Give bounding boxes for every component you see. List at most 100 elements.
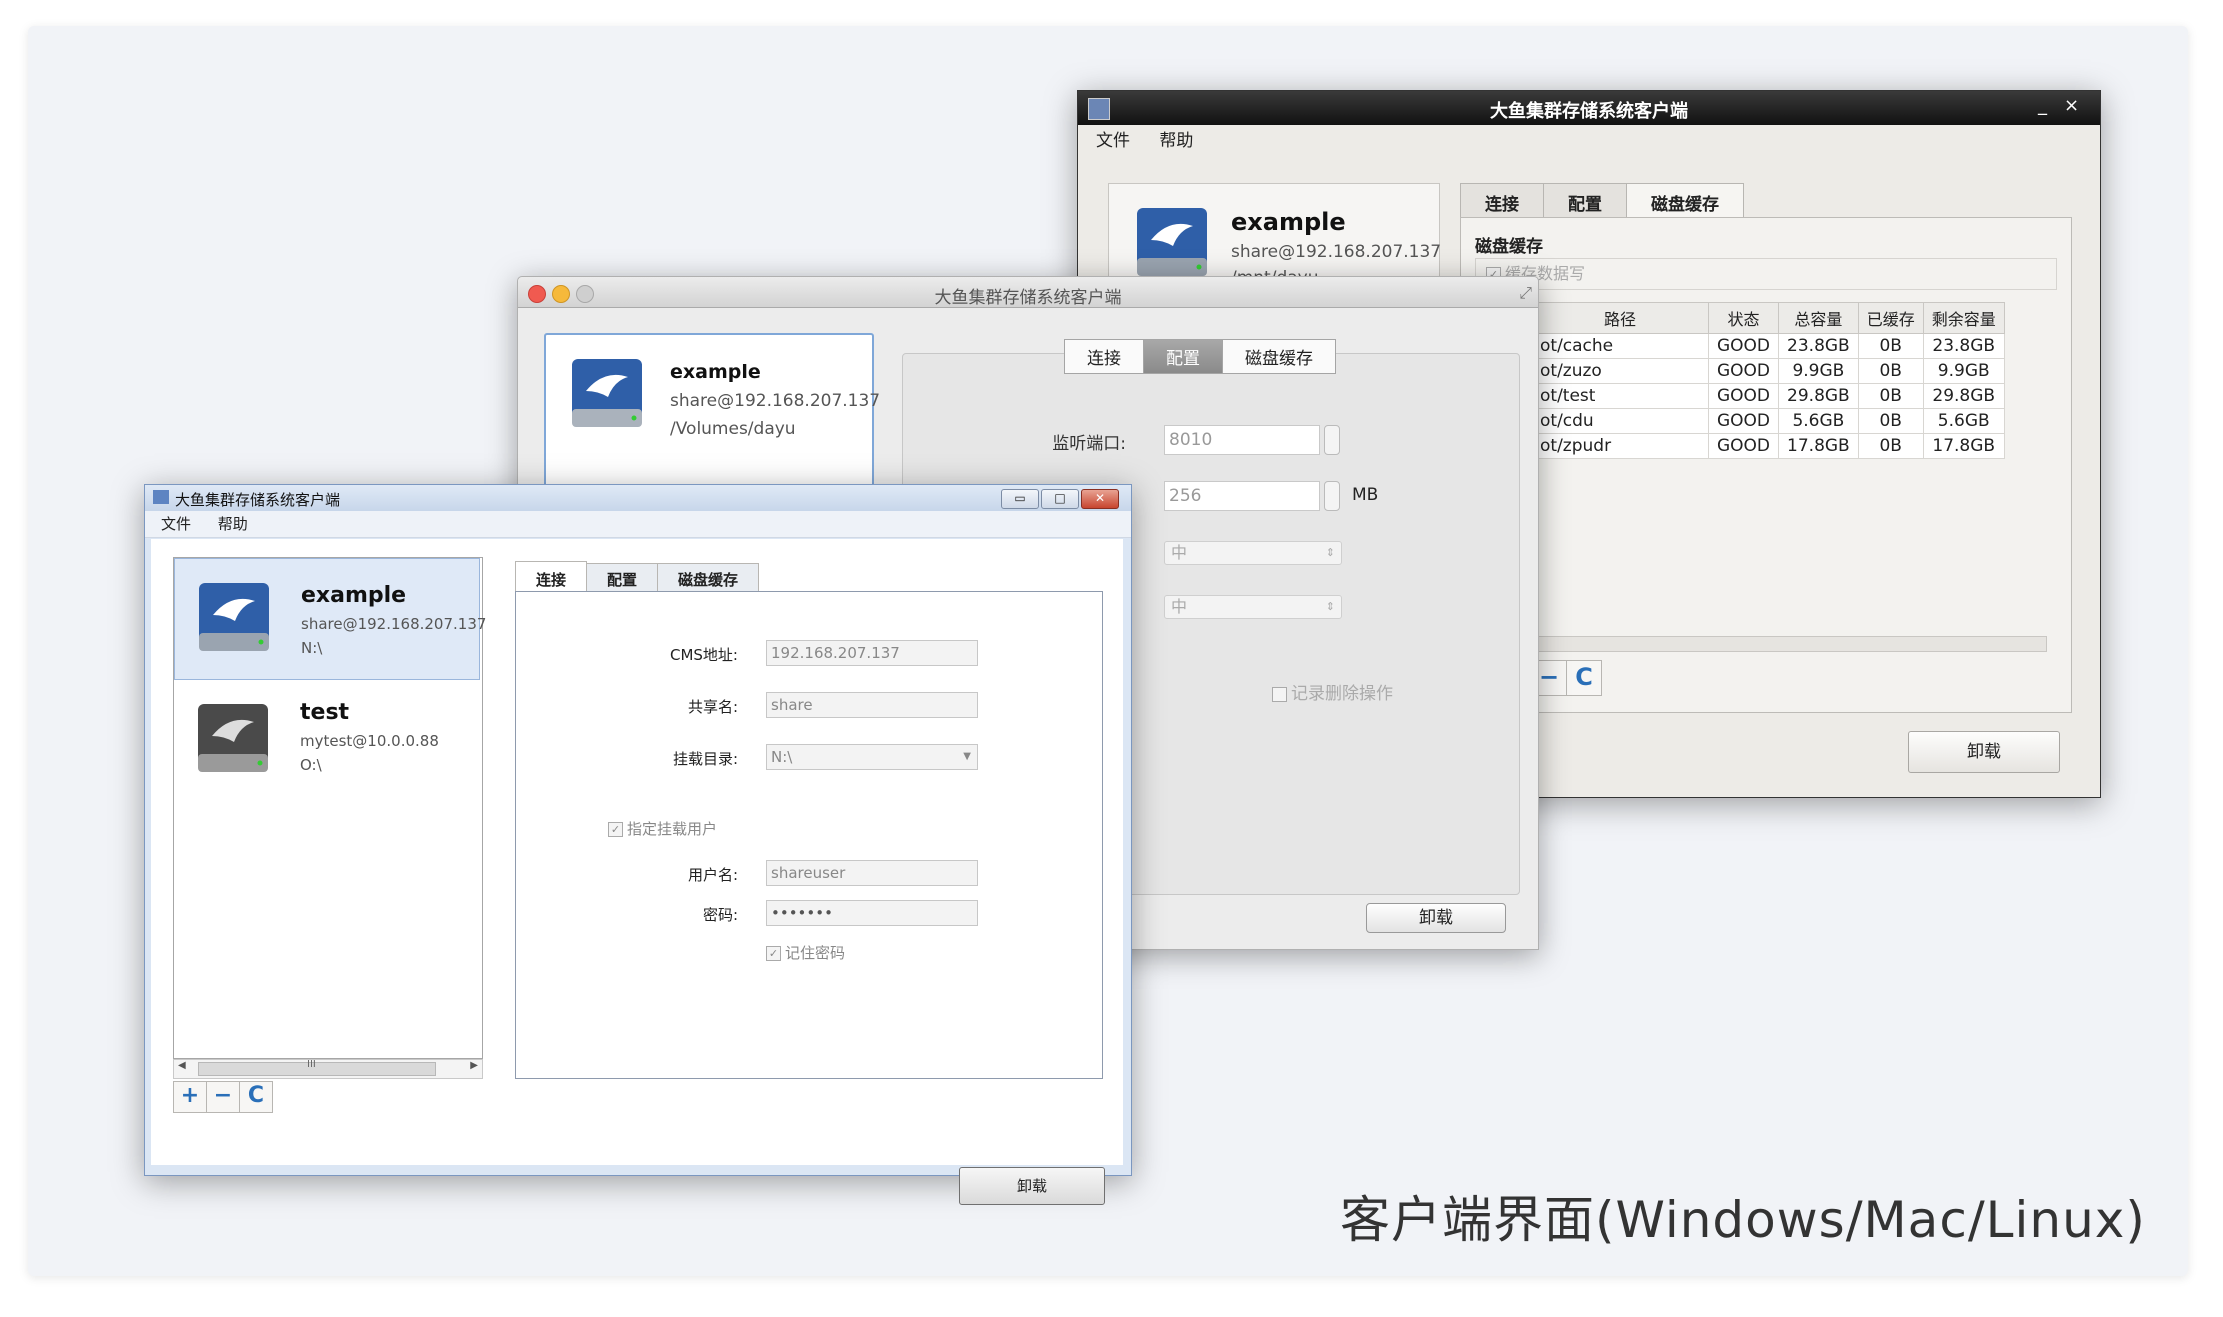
remove-button[interactable]: − [206,1081,240,1113]
scroll-thumb[interactable]: III [198,1059,436,1076]
fullscreen-icon[interactable]: ⤢ [1519,283,1532,303]
column-header[interactable]: 剩余容量 [1922,302,2005,334]
column-header[interactable]: 总容量 [1778,302,1859,334]
drive-item-test[interactable]: test mytest@10.0.0.88 O:\ [174,680,480,800]
unmount-button[interactable]: 卸载 [959,1167,1105,1205]
tab-disk-cache[interactable]: 磁盘缓存 [1222,339,1336,374]
drive-name: example [301,583,407,608]
close-button[interactable]: × [2064,95,2079,116]
log-delete-label: 记录删除操作 [1291,684,1393,704]
drive-mount: O:\ [300,756,322,774]
unmount-button[interactable]: 卸载 [1366,903,1506,933]
unmount-button[interactable]: 卸载 [1908,731,2060,773]
share-label: 共享名: [687,698,738,716]
table-row[interactable]: ot/cache GOOD 23.8GB 0B 23.8GB [1531,333,2005,359]
table-row[interactable]: ot/zpudr GOOD 17.8GB 0B 17.8GB [1531,433,2005,459]
tab-bar: 连接 配置 磁盘缓存 [1460,183,1744,221]
scroll-grip: III [307,1059,316,1070]
table-row[interactable]: ot/zuzo GOOD 9.9GB 0B 9.9GB [1531,358,2005,384]
cache-size-input[interactable]: 256 [1164,481,1320,511]
column-header[interactable]: 已缓存 [1857,302,1924,334]
table-row[interactable]: ot/test GOOD 29.8GB 0B 29.8GB [1531,383,2005,409]
checkbox-icon: ✓ [766,946,781,961]
level-select-2[interactable]: 中 ⇕ [1164,595,1342,619]
tab-connect[interactable]: 连接 [1460,183,1544,221]
checkbox-icon [1272,686,1287,702]
cell-status: GOOD [1707,408,1780,434]
cache-size-stepper[interactable] [1324,481,1340,511]
tab-config[interactable]: 配置 [1543,183,1627,221]
add-button[interactable]: + [173,1081,207,1113]
menu-file[interactable]: 文件 [1096,131,1130,151]
drive-item-example[interactable]: example share@192.168.207.137 N:\ [174,558,486,680]
remember-password-label: 记住密码 [785,944,846,962]
maximize-button[interactable]: □ [1041,489,1079,509]
title-bar[interactable]: 大鱼集群存储系统客户端 _ × [1078,91,2100,125]
drive-icon [1137,208,1207,276]
table-header-row: 路径 状态 总容量 已缓存 剩余容量 [1531,302,2005,334]
share-input[interactable]: share [766,692,978,718]
cell-total: 17.8GB [1778,433,1859,459]
drive-name: example [1231,208,1346,236]
cell-path: ot/test [1531,383,1709,409]
cell-total: 29.8GB [1778,383,1859,409]
drive-name: example [670,361,761,383]
drive-list: example share@192.168.207.137 /Volumes/d… [544,333,880,497]
select-value: 中 [1171,597,1188,616]
menu-file[interactable]: 文件 [161,515,191,533]
list-buttons: − C [1531,660,1602,696]
username-label: 用户名: [687,866,738,884]
tab-bar: 连接 配置 磁盘缓存 [1064,339,1336,374]
close-button[interactable]: ✕ [1081,489,1119,509]
cell-path: ot/cdu [1531,408,1709,434]
tab-config[interactable]: 配置 [1143,339,1223,374]
port-input[interactable]: 8010 [1164,425,1320,455]
port-stepper[interactable] [1324,425,1340,455]
cache-unit-label: MB [1352,485,1379,505]
tab-connect[interactable]: 连接 [1064,339,1144,374]
cell-status: GOOD [1707,358,1780,384]
window-title: 大鱼集群存储系统客户端 [934,288,1122,308]
drive-icon [198,704,268,772]
cache-write-checkbox[interactable]: ✓ 缓存数据写 [1475,258,2057,290]
checkbox-icon: ✓ [608,822,623,837]
title-bar[interactable]: 大鱼集群存储系统客户端 ▭ □ ✕ [145,485,1131,511]
minimize-button[interactable]: _ [2038,95,2047,116]
password-input[interactable]: ••••••• [766,900,978,926]
username-input[interactable]: shareuser [766,860,978,886]
drive-mount: N:\ [301,639,323,657]
port-label: 监听端口: [1052,434,1126,454]
column-header[interactable]: 路径 [1531,302,1709,334]
menu-help[interactable]: 帮助 [1159,131,1193,151]
minimize-button[interactable]: ▭ [1001,489,1039,509]
scroll-left-icon[interactable]: ◀ [178,1060,186,1071]
cell-free: 5.6GB [1922,408,2005,434]
drive-list: example share@192.168.207.137 N:\ test m… [173,557,486,1059]
scroll-right-icon[interactable]: ▶ [470,1060,478,1071]
level-select-1[interactable]: 中 ⇕ [1164,541,1342,565]
drive-account: share@192.168.207.137 [670,391,881,411]
mountdir-select[interactable]: N:\ ▼ [766,744,978,770]
title-bar[interactable]: 大鱼集群存储系统客户端 ⤢ [518,277,1538,308]
table-row[interactable]: ot/cdu GOOD 5.6GB 0B 5.6GB [1531,408,2005,434]
cms-input[interactable]: 192.168.207.137 [766,640,978,666]
specify-user-checkbox[interactable]: ✓ 指定挂载用户 [608,818,717,839]
client-area: example share@192.168.207.137 N:\ test m… [151,539,1123,1205]
column-header[interactable]: 状态 [1707,302,1780,334]
refresh-button[interactable]: C [1566,660,1602,696]
select-arrow-icon: ⇕ [1325,600,1335,613]
cache-table: 路径 状态 总容量 已缓存 剩余容量 ot/cache GOOD 23.8GB 0B 2… [1531,302,2005,459]
password-label: 密码: [702,906,738,924]
tab-disk-cache[interactable]: 磁盘缓存 [1626,183,1744,221]
horizontal-scrollbar[interactable]: ◀ III ▶ [173,1059,483,1079]
refresh-button[interactable]: C [239,1081,273,1113]
chevron-down-icon: ▼ [963,751,971,762]
drive-account: mytest@10.0.0.88 [300,732,439,750]
log-delete-checkbox[interactable]: 记录删除操作 [1272,679,1393,704]
horizontal-scrollbar[interactable] [1531,636,2047,652]
remember-password-checkbox[interactable]: ✓ 记住密码 [766,942,845,963]
drive-item-example[interactable]: example share@192.168.207.137 /Volumes/d… [546,335,880,495]
caption: 客户端界面(Windows/Mac/Linux) [1340,1191,2146,1249]
cell-total: 5.6GB [1778,408,1859,434]
menu-help[interactable]: 帮助 [218,515,248,533]
